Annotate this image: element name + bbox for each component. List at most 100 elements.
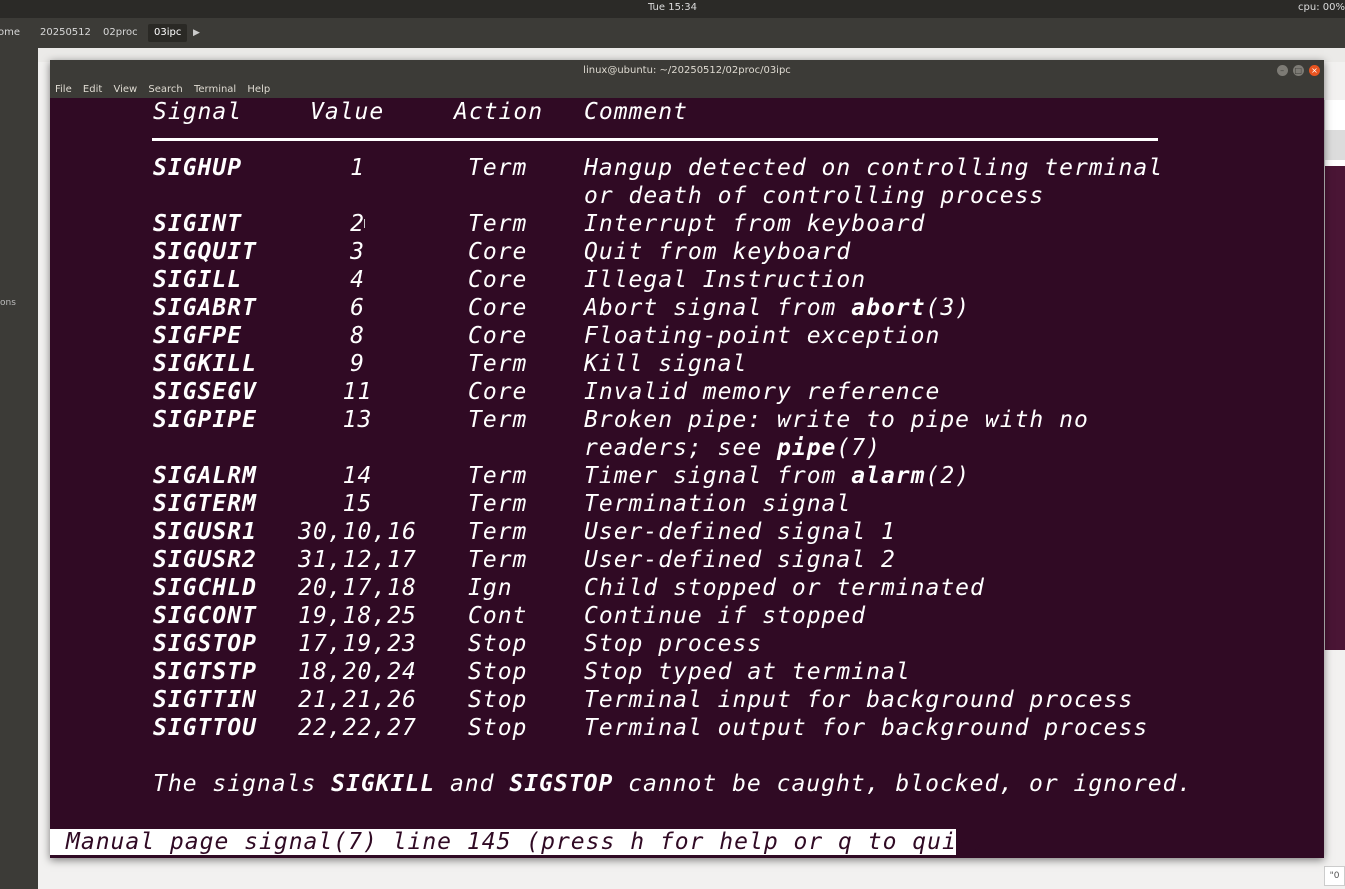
maximize-icon[interactable]: □	[1292, 65, 1304, 76]
signal-action: Core	[468, 379, 528, 405]
menu-help[interactable]: Help	[247, 84, 270, 95]
signal-action: Term	[468, 211, 528, 237]
signal-name: SIGABRT	[153, 295, 257, 321]
signal-name: SIGTTOU	[153, 715, 257, 741]
signal-comment: Continue if stopped	[584, 603, 867, 629]
signal-name: SIGSEGV	[153, 379, 257, 405]
signal-value: 6	[350, 295, 365, 321]
window-titlebar[interactable]: linux@ubuntu: ~/20250512/02proc/03ipc – …	[50, 60, 1324, 82]
signal-comment: Hangup detected on controlling terminal	[584, 155, 1164, 181]
menu-file[interactable]: File	[55, 84, 72, 95]
window-title: linux@ubuntu: ~/20250512/02proc/03ipc	[583, 65, 791, 76]
signal-comment: Quit from keyboard	[584, 239, 852, 265]
clock[interactable]: Tue 15:34	[0, 2, 1345, 13]
signal-name: SIGHUP	[153, 155, 243, 181]
mouse-cursor-icon	[364, 219, 365, 228]
signal-comment: Invalid memory reference	[584, 379, 941, 405]
signal-value: 11	[342, 379, 373, 405]
background-window-edge	[1324, 100, 1345, 650]
terminal-window[interactable]: linux@ubuntu: ~/20250512/02proc/03ipc – …	[50, 60, 1324, 858]
signal-action: Term	[468, 463, 528, 489]
breadcrumb-03ipc[interactable]: 03ipc	[148, 24, 188, 42]
signal-value: 22,22,27	[298, 715, 417, 741]
menu-bar: File Edit View Search Terminal Help	[50, 82, 1324, 98]
breadcrumb-20250512[interactable]: 20250512	[34, 24, 97, 42]
signal-action: Stop	[468, 631, 528, 657]
breadcrumb: ome 20250512 02proc 03ipc ▶	[0, 18, 1345, 48]
signal-name: SIGALRM	[153, 463, 257, 489]
signal-action: Cont	[468, 603, 528, 629]
header-value: Value	[310, 99, 385, 125]
signal-action: Term	[468, 491, 528, 517]
breadcrumb-02proc[interactable]: 02proc	[97, 24, 144, 42]
header-comment: Comment	[584, 99, 688, 125]
menu-search[interactable]: Search	[148, 84, 182, 95]
menu-view[interactable]: View	[113, 84, 137, 95]
signal-name: SIGCHLD	[153, 575, 257, 601]
signal-action: Core	[468, 323, 528, 349]
signal-value: 21,21,26	[298, 687, 417, 713]
signal-action: Term	[468, 407, 528, 433]
signal-value: 30,10,16	[298, 519, 417, 545]
signal-comment: Illegal Instruction	[584, 267, 867, 293]
signal-name: SIGSTOP	[153, 631, 257, 657]
signal-comment: Kill signal	[584, 351, 748, 377]
signal-comment: Broken pipe: write to pipe with no	[584, 407, 1089, 433]
corner-button[interactable]: "0	[1324, 866, 1345, 886]
signal-value: 1	[350, 155, 365, 181]
dock: ons	[0, 48, 38, 889]
signal-comment: Abort signal from abort(3)	[584, 295, 971, 321]
signal-name: SIGINT	[153, 211, 243, 237]
signal-value: 13	[342, 407, 373, 433]
signal-value: 15	[342, 491, 373, 517]
signal-value: 20,17,18	[298, 575, 417, 601]
menu-terminal[interactable]: Terminal	[194, 84, 236, 95]
breadcrumb-home[interactable]: ome	[0, 24, 26, 42]
header-action: Action	[454, 99, 544, 125]
minimize-icon[interactable]: –	[1276, 65, 1288, 76]
signal-action: Core	[468, 267, 528, 293]
chevron-right-icon[interactable]: ▶	[193, 24, 200, 42]
header-signal: Signal	[153, 99, 243, 125]
footnote: The signals SIGKILL and SIGSTOP cannot b…	[153, 771, 1193, 797]
signal-name: SIGKILL	[153, 351, 257, 377]
signal-value: 18,20,24	[298, 659, 417, 685]
signal-comment: Floating-point exception	[584, 323, 941, 349]
signal-name: SIGFPE	[153, 323, 243, 349]
dock-label-fragment: ons	[0, 298, 16, 308]
signal-name: SIGTSTP	[153, 659, 257, 685]
signal-action: Core	[468, 239, 528, 265]
signal-comment-continued: or death of controlling process	[584, 183, 1045, 209]
signal-value: 17,19,23	[298, 631, 417, 657]
signal-comment: Timer signal from alarm(2)	[584, 463, 971, 489]
signal-value: 19,18,25	[298, 603, 417, 629]
header-rule	[152, 138, 1158, 141]
signal-comment: User-defined signal 2	[584, 547, 896, 573]
signal-action: Ign	[468, 575, 513, 601]
signal-name: SIGCONT	[153, 603, 257, 629]
signal-comment: Terminal output for background process	[584, 715, 1149, 741]
signal-comment: Stop process	[584, 631, 763, 657]
terminal-screen[interactable]: Signal Value Action Comment SIGHUP 1 Term H…	[50, 98, 1324, 858]
signal-value: 2	[350, 211, 365, 237]
signal-value: 8	[350, 323, 365, 349]
cpu-indicator[interactable]: cpu: 00%	[1298, 2, 1345, 13]
signal-name: SIGTERM	[153, 491, 257, 517]
signal-action: Core	[468, 295, 528, 321]
signal-action: Term	[468, 519, 528, 545]
system-top-bar: Tue 15:34 cpu: 00%	[0, 0, 1345, 18]
signal-comment: Interrupt from keyboard	[584, 211, 926, 237]
pager-status-line: Manual page signal(7) line 145 (press h …	[50, 829, 986, 855]
close-icon[interactable]: ×	[1309, 65, 1320, 76]
signal-action: Stop	[468, 715, 528, 741]
signal-comment: Child stopped or terminated	[584, 575, 985, 601]
signal-name: SIGTTIN	[153, 687, 257, 713]
signal-name: SIGILL	[153, 267, 243, 293]
signal-action: Stop	[468, 659, 528, 685]
signal-name: SIGUSR2	[153, 547, 257, 573]
signal-value: 9	[350, 351, 365, 377]
menu-edit[interactable]: Edit	[83, 84, 102, 95]
signal-comment: Termination signal	[584, 491, 852, 517]
signal-action: Stop	[468, 687, 528, 713]
signal-comment: Terminal input for background process	[584, 687, 1134, 713]
